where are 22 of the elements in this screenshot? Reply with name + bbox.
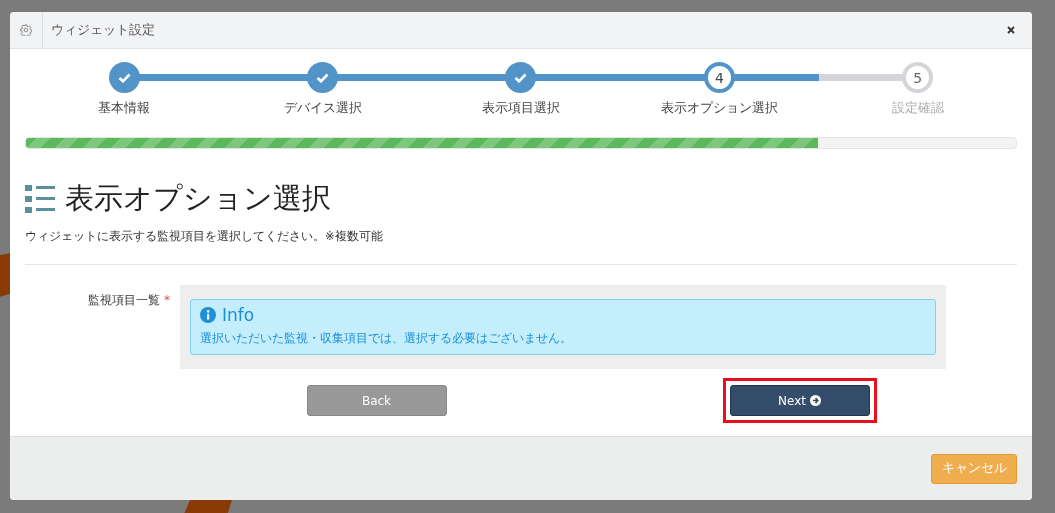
step-label: 表示項目選択 [482, 99, 560, 117]
step-label: 設定確認 [891, 99, 944, 117]
field-label: 監視項目一覧 [88, 293, 160, 307]
section-heading: 表示オプション選択 [65, 180, 331, 217]
step-label: 基本情報 [98, 99, 151, 117]
description-text: ウィジェットに表示する監視項目を選択してください。※複数可能 [25, 229, 384, 244]
cancel-button[interactable]: キャンセル [931, 453, 1017, 484]
next-button[interactable]: Next [729, 385, 870, 416]
step-label: デバイス選択 [283, 99, 362, 117]
settings-icon [20, 24, 32, 36]
list-icon [25, 184, 55, 214]
info-title: Info [222, 305, 255, 325]
close-icon[interactable] [1007, 26, 1015, 34]
info-message: 選択いただいた監視・収集項目では、選択する必要はございません。 [200, 331, 573, 346]
back-button[interactable]: Back [306, 385, 447, 416]
step-label: 表示オプション選択 [660, 99, 778, 117]
required-mark: * [164, 293, 170, 307]
step-number: 5 [902, 62, 934, 93]
arrow-circle-icon [810, 395, 821, 406]
window-title: ウィジェット設定 [51, 21, 156, 39]
step-number: 4 [703, 62, 735, 93]
info-icon [200, 307, 216, 323]
